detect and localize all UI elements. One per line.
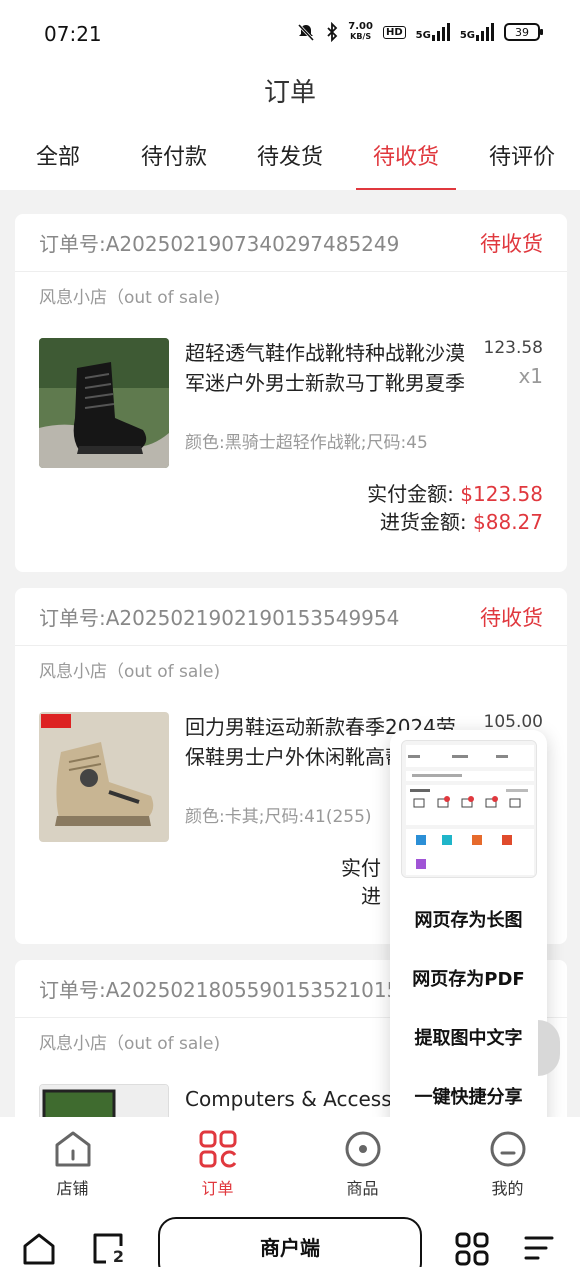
signal-bars-icon [431,23,450,41]
order-number: 订单号:A2025021902190153549954 [39,606,400,630]
tabbar-label: 商品 [346,1179,379,1198]
paid-amount-value: $123.58 [460,482,543,506]
product-image[interactable] [39,712,169,842]
goods-title: 超轻透气鞋作战靴特种战靴沙漠军迷户外男士新款马丁靴男夏季 [185,341,465,395]
boot-image [39,338,169,468]
order-number: 订单号:A2025021805590153521015 [39,978,400,1002]
battery-icon: 39 [504,23,543,41]
net-speed: 7.00 KB/S [348,22,373,42]
screenshot-thumbnail-icon [402,741,536,877]
order-card-header: 订单号:A2025021907340297485249 待收货 [15,214,567,272]
purchase-amount-row: 进 [15,882,381,910]
goods-spec: 颜色:黑骑士超轻作战靴;尺码:45 [185,433,428,453]
status-bar: 07:21 7.00 KB/S HD 5G 5G 39 [0,0,580,68]
purchase-amount-label: 进货金额: [379,510,467,534]
system-nav-bar: 2 商户端 [0,1207,580,1267]
order-card[interactable]: 订单号:A2025021907340297485249 待收货 风息小店（out… [15,214,567,572]
tabbar-label: 订单 [201,1179,234,1198]
hd-badge: HD [382,25,406,39]
quick-share-item[interactable]: 一键快捷分享 [390,1083,547,1109]
purchase-amount-label: 进 [361,884,381,908]
status-time: 07:21 [44,22,102,46]
recent-apps-badge: 2 [112,1247,124,1266]
order-tabs: 全部 待付款 待发货 待收货 待评价 [0,138,580,190]
order-status: 待收货 [480,231,543,256]
tabbar-item-goods[interactable]: 商品 [290,1117,435,1207]
order-amounts: 实付金额: $123.58 进货金额: $88.27 [15,464,567,560]
tab-all[interactable]: 全部 [0,138,116,190]
bottom-tab-bar: 店铺 订单 商品 我的 [0,1117,580,1207]
shop-name: 风息小店（out of sale) [39,288,221,308]
product-image[interactable] [39,338,169,468]
goods-price: 123.58 [483,338,543,358]
tabbar-label: 店铺 [56,1179,89,1198]
goods-spec: 颜色:卡其;尺码:41(255) [185,807,372,827]
bluetooth-icon [327,22,338,42]
header: 订单 全部 待付款 待发货 待收货 待评价 [0,68,580,190]
signal-2-label: 5G [459,30,475,41]
signal-2: 5G [460,23,494,41]
orders-icon [199,1130,236,1168]
profile-icon [490,1131,525,1167]
paid-amount-row: 实付金额: $123.58 [15,480,543,508]
purchase-amount-row: 进货金额: $88.27 [15,508,543,536]
goods-qty: x1 [518,364,543,388]
tabbar-label: 我的 [491,1179,524,1198]
page-title: 订单 [263,78,316,108]
tabbar-item-store[interactable]: 店铺 [0,1117,145,1207]
net-speed-value: 7.00 [348,21,373,32]
sneaker-boot-image [39,712,169,842]
paid-amount-label: 实付 [341,856,381,880]
goods-price: 105.00 [483,712,543,732]
save-long-image-item[interactable]: 网页存为长图 [390,906,547,932]
tab-pending-receipt[interactable]: 待收货 [348,138,464,190]
merchant-client-button[interactable]: 商户端 [158,1217,422,1267]
purchase-amount-value: $88.27 [473,510,543,534]
app-grid-icon[interactable] [455,1232,489,1266]
paid-amount-label: 实付金额: [367,482,454,506]
tab-pending-shipment[interactable]: 待发货 [232,138,348,190]
tabbar-item-profile[interactable]: 我的 [435,1117,580,1207]
screenshot-preview[interactable] [401,740,537,878]
save-pdf-item[interactable]: 网页存为PDF [390,965,547,991]
goods-item[interactable]: 超轻透气鞋作战靴特种战靴沙漠军迷户外男士新款马丁靴男夏季 颜色:黑骑士超轻作战靴… [15,324,567,468]
paid-amount-row: 实付 [15,854,381,882]
order-status: 待收货 [480,605,543,630]
menu-lines-icon[interactable] [524,1234,554,1264]
order-card-header: 订单号:A2025021902190153549954 待收货 [15,588,567,646]
mute-bell-icon [298,23,315,42]
signal-1-label: 5G [415,30,431,41]
home-icon[interactable] [22,1232,56,1266]
tab-pending-review[interactable]: 待评价 [464,138,580,190]
net-speed-unit: KB/S [350,32,372,41]
order-number: 订单号:A2025021907340297485249 [39,232,400,256]
recent-apps-button[interactable]: 2 [92,1232,124,1266]
store-icon [55,1131,90,1167]
goods-icon [345,1131,380,1167]
shop-name: 风息小店（out of sale) [39,662,221,682]
signal-1: 5G [416,23,450,41]
status-icons: 7.00 KB/S HD 5G 5G 39 [296,22,543,42]
goods-title: Computers & Accesso [185,1087,404,1111]
extract-text-item[interactable]: 提取图中文字 [390,1024,547,1050]
signal-bars-icon [476,23,494,41]
screenshot-menu: 网页存为长图 网页存为PDF 提取图中文字 一键快捷分享 [390,730,547,1132]
tabbar-item-orders[interactable]: 订单 [145,1117,290,1207]
tab-pending-payment[interactable]: 待付款 [116,138,232,190]
